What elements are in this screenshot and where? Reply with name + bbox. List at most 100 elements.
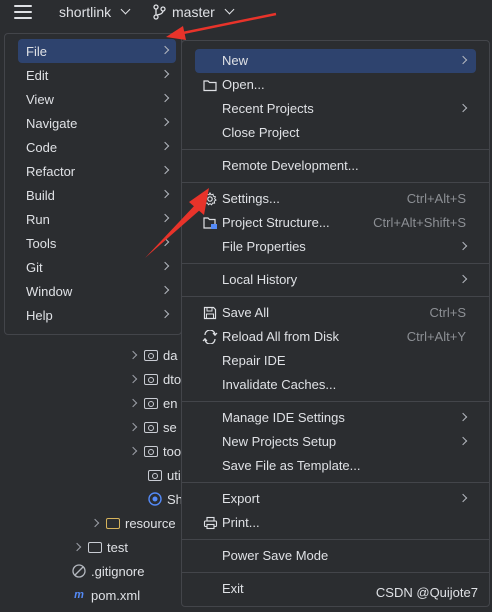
tree-item-label: pom.xml — [91, 587, 141, 603]
expand-chevron-icon[interactable] — [128, 374, 138, 384]
expand-chevron-icon[interactable] — [128, 422, 138, 432]
file-menu-settings[interactable]: Settings... Ctrl+Alt+S — [195, 187, 476, 211]
file-menu-reload-all[interactable]: Reload All from Disk Ctrl+Alt+Y — [195, 325, 476, 349]
menu-refactor[interactable]: Refactor — [18, 159, 176, 183]
file-menu-power-save-mode[interactable]: Power Save Mode — [195, 544, 476, 568]
git-branch-icon — [153, 4, 166, 20]
file-menu-close-project[interactable]: Close Project — [195, 121, 476, 145]
file-menu-recent-projects[interactable]: Recent Projects — [195, 97, 476, 121]
menu-item-label: New Projects Setup — [222, 434, 337, 449]
expand-chevron-icon[interactable] — [90, 518, 100, 528]
submenu-arrow-icon — [160, 69, 170, 79]
file-menu-export[interactable]: Export — [195, 487, 476, 511]
menu-window[interactable]: Window — [18, 279, 176, 303]
menu-item-label: Tools — [26, 235, 57, 251]
file-menu-remote-development[interactable]: Remote Development... — [195, 154, 476, 178]
file-menu-print[interactable]: Print... — [195, 511, 476, 535]
menu-item-label: Export — [222, 491, 260, 506]
package-folder-icon — [144, 445, 158, 457]
menu-item-label: Manage IDE Settings — [222, 410, 345, 425]
menu-item-label: Project Structure... — [222, 215, 330, 230]
expand-chevron-icon[interactable] — [128, 398, 138, 408]
menu-navigate[interactable]: Navigate — [18, 111, 176, 135]
tree-item[interactable]: too — [128, 439, 181, 463]
menu-view[interactable]: View — [18, 87, 176, 111]
menu-item-label: New — [222, 53, 249, 68]
branch-chevron-down-icon[interactable] — [224, 4, 235, 15]
expand-chevron-icon[interactable] — [128, 350, 138, 360]
menu-item-label: Window — [26, 283, 73, 299]
menu-run[interactable]: Run — [18, 207, 176, 231]
menu-item-label: Close Project — [222, 125, 300, 140]
menu-help[interactable]: Help — [18, 303, 176, 327]
submenu-arrow-icon — [160, 237, 170, 247]
tree-item-label: .gitignore — [91, 563, 145, 579]
menu-item-label: Edit — [26, 67, 49, 83]
submenu-arrow-icon — [160, 165, 170, 175]
tree-item[interactable]: Sh — [148, 487, 183, 511]
menu-item-label: Git — [26, 259, 43, 275]
printer-icon — [202, 515, 218, 531]
menu-edit[interactable]: Edit — [18, 63, 176, 87]
file-menu-new-projects-setup[interactable]: New Projects Setup — [195, 430, 476, 454]
menu-item-label: Remote Development... — [222, 158, 359, 173]
tree-item[interactable]: test — [72, 535, 128, 559]
tree-item-label: dto — [163, 371, 182, 387]
main-menu-hamburger-icon[interactable] — [14, 5, 32, 19]
tree-item[interactable]: uti — [148, 463, 181, 487]
menu-item-label: File Properties — [222, 239, 306, 254]
submenu-arrow-icon — [458, 436, 468, 446]
tree-item[interactable]: en — [128, 391, 177, 415]
package-folder-icon — [144, 349, 158, 361]
tree-item[interactable]: dto — [128, 367, 182, 391]
file-menu-manage-ide-settings[interactable]: Manage IDE Settings — [195, 406, 476, 430]
package-folder-icon — [148, 469, 162, 481]
menu-tools[interactable]: Tools — [18, 231, 176, 255]
expand-chevron-icon[interactable] — [72, 542, 82, 552]
folder-open-icon — [202, 77, 218, 93]
tree-item[interactable]: da — [128, 343, 177, 367]
tree-item[interactable]: resource — [90, 511, 176, 535]
menu-separator — [182, 296, 489, 297]
expand-chevron-icon[interactable] — [128, 446, 138, 456]
tree-item-label: resource — [125, 515, 176, 531]
file-menu-project-structure[interactable]: Project Structure... Ctrl+Alt+Shift+S — [195, 211, 476, 235]
tree-item[interactable]: .gitignore — [72, 559, 144, 583]
file-menu-save-all[interactable]: Save All Ctrl+S — [195, 301, 476, 325]
menu-code[interactable]: Code — [18, 135, 176, 159]
menu-build[interactable]: Build — [18, 183, 176, 207]
menu-item-label: Code — [26, 139, 58, 155]
menu-separator — [182, 182, 489, 183]
project-chevron-down-icon[interactable] — [120, 4, 131, 15]
menu-git[interactable]: Git — [18, 255, 176, 279]
file-menu-repair-ide[interactable]: Repair IDE — [195, 349, 476, 373]
file-menu-save-as-template[interactable]: Save File as Template... — [195, 454, 476, 478]
tree-item-label: test — [107, 539, 128, 555]
file-menu-local-history[interactable]: Local History — [195, 268, 476, 292]
file-menu-file-properties[interactable]: File Properties — [195, 235, 476, 259]
menu-separator — [182, 401, 489, 402]
submenu-arrow-icon — [160, 213, 170, 223]
menu-item-label: Settings... — [222, 191, 280, 206]
tree-item[interactable]: m pom.xml — [72, 583, 140, 607]
submenu-arrow-icon — [458, 493, 468, 503]
file-menu-new[interactable]: New — [195, 49, 476, 73]
package-folder-icon — [144, 397, 158, 409]
tree-item[interactable]: se — [128, 415, 177, 439]
menu-item-label: Refactor — [26, 163, 76, 179]
project-selector-label[interactable]: shortlink — [59, 4, 111, 20]
tree-item-label: uti — [167, 467, 181, 483]
menu-item-label: Local History — [222, 272, 298, 287]
submenu-arrow-icon — [458, 241, 468, 251]
submenu-arrow-icon — [160, 285, 170, 295]
file-menu-invalidate-caches[interactable]: Invalidate Caches... — [195, 373, 476, 397]
file-menu-open[interactable]: Open... — [195, 73, 476, 97]
menu-file[interactable]: File — [18, 39, 176, 63]
shortcut-label: Ctrl+Alt+Shift+S — [373, 215, 466, 230]
menu-item-label: Help — [26, 307, 53, 323]
menu-item-label: Open... — [222, 77, 265, 92]
submenu-arrow-icon — [160, 45, 170, 55]
menu-separator — [182, 149, 489, 150]
branch-selector-label[interactable]: master — [172, 4, 215, 20]
menu-item-label: View — [26, 91, 54, 107]
